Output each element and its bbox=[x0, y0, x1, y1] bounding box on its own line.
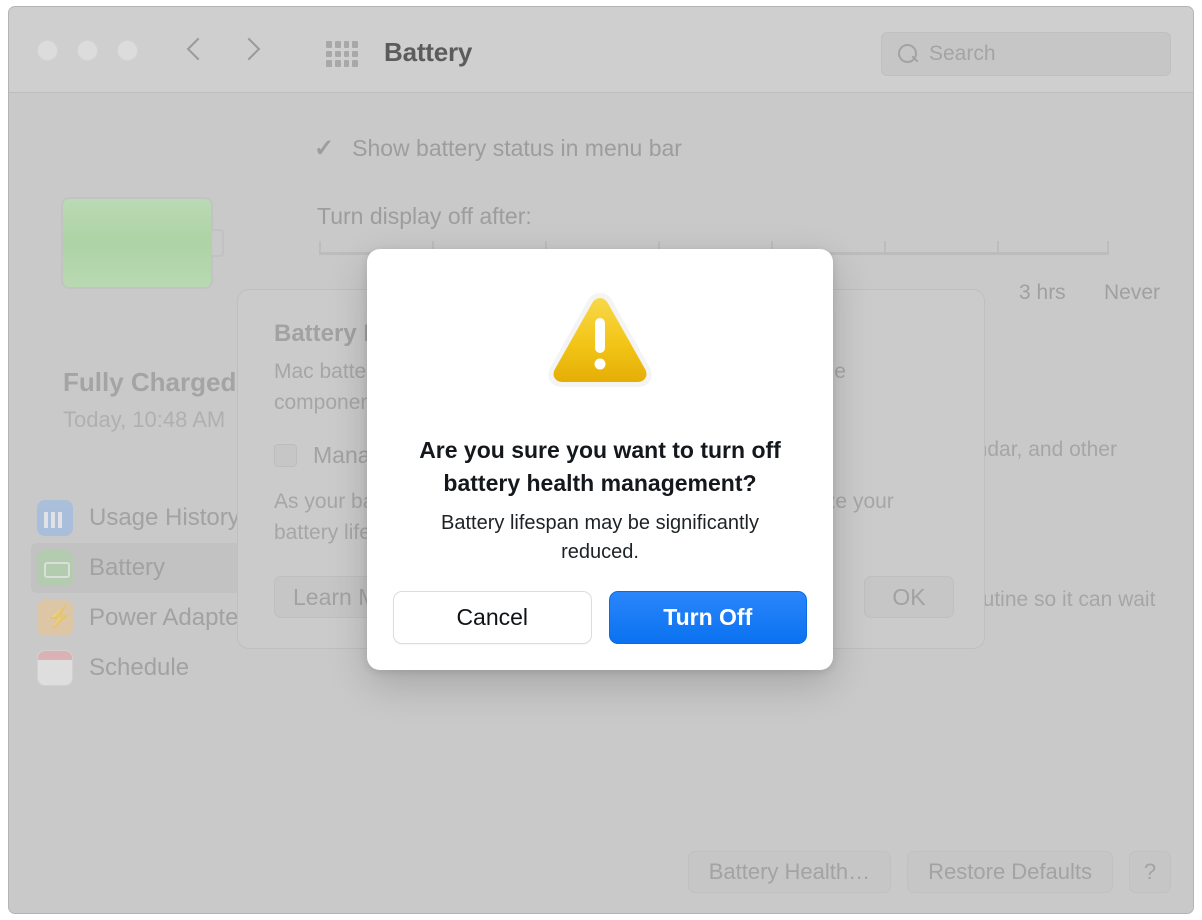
sidebar-item-label: Schedule bbox=[89, 654, 190, 681]
usage-history-icon bbox=[37, 500, 73, 536]
battery-health-button[interactable]: Battery Health… bbox=[687, 851, 892, 893]
sheet-ok-button[interactable]: OK bbox=[864, 576, 954, 618]
sidebar-item-battery[interactable]: Battery bbox=[31, 543, 271, 593]
turn-off-button[interactable]: Turn Off bbox=[608, 591, 807, 644]
confirmation-dialog: Are you sure you want to turn off batter… bbox=[367, 249, 833, 670]
slider-tick bbox=[997, 241, 999, 252]
battery-cap bbox=[212, 229, 224, 257]
slider-label-never: Never bbox=[1104, 281, 1161, 304]
sidebar-item-label: Power Adapter bbox=[89, 604, 247, 631]
slider-label-3hrs: 3 hrs bbox=[1019, 281, 1066, 304]
slider-tick bbox=[319, 241, 321, 252]
navigation-arrows bbox=[184, 35, 263, 67]
charge-status: Fully Charged bbox=[63, 367, 237, 397]
window-toolbar: Battery Search bbox=[9, 7, 1193, 93]
help-button[interactable]: ? bbox=[1129, 851, 1171, 893]
page-title: Battery bbox=[384, 37, 473, 67]
back-icon[interactable] bbox=[184, 35, 206, 67]
zoom-button[interactable] bbox=[117, 40, 138, 61]
bottom-button-bar: Battery Health… Restore Defaults ? bbox=[687, 851, 1171, 893]
sidebar: Usage History Battery Power Adapter Sche… bbox=[31, 493, 271, 693]
show-battery-status-label: Show battery status in menu bar bbox=[352, 135, 682, 161]
screen: Battery Search ✓ Show battery status in … bbox=[0, 0, 1202, 920]
close-button[interactable] bbox=[37, 40, 58, 61]
forward-icon[interactable] bbox=[241, 35, 263, 67]
battery-body bbox=[61, 197, 213, 289]
background-text-line-2: routine so it can wait bbox=[964, 588, 1156, 611]
sidebar-item-label: Usage History bbox=[89, 504, 240, 531]
sidebar-item-usage-history[interactable]: Usage History bbox=[31, 493, 271, 543]
power-adapter-icon bbox=[37, 600, 73, 636]
dialog-body: Battery lifespan may be significantly re… bbox=[441, 512, 759, 563]
traffic-lights bbox=[37, 40, 138, 61]
sidebar-item-label: Battery bbox=[89, 554, 166, 581]
cancel-button[interactable]: Cancel bbox=[393, 591, 592, 644]
slider-tick bbox=[1107, 241, 1109, 252]
dialog-button-row: Cancel Turn Off bbox=[393, 591, 807, 644]
background-text-line-1: endar, and other bbox=[964, 438, 1117, 461]
warning-triangle-icon bbox=[548, 293, 652, 387]
search-icon bbox=[896, 42, 920, 66]
checkmark-icon: ✓ bbox=[314, 134, 335, 162]
sidebar-item-schedule[interactable]: Schedule bbox=[31, 643, 271, 693]
charge-timestamp: Today, 10:48 AM bbox=[63, 407, 226, 432]
battery-icon bbox=[37, 550, 73, 586]
show-all-grid-icon[interactable] bbox=[322, 38, 362, 70]
search-placeholder: Search bbox=[929, 42, 996, 65]
battery-graphic-icon bbox=[61, 197, 224, 289]
search-field[interactable]: Search bbox=[881, 32, 1171, 76]
turn-display-off-label: Turn display off after: bbox=[317, 203, 532, 229]
sidebar-item-power-adapter[interactable]: Power Adapter bbox=[31, 593, 271, 643]
minimize-button[interactable] bbox=[77, 40, 98, 61]
dialog-title: Are you sure you want to turn off batter… bbox=[419, 437, 781, 496]
restore-defaults-button[interactable]: Restore Defaults bbox=[907, 851, 1113, 893]
show-battery-status-checkbox[interactable]: ✓ Show battery status in menu bar bbox=[314, 135, 682, 162]
schedule-icon bbox=[37, 650, 73, 686]
checkbox-box bbox=[274, 444, 297, 467]
slider-tick bbox=[884, 241, 886, 252]
